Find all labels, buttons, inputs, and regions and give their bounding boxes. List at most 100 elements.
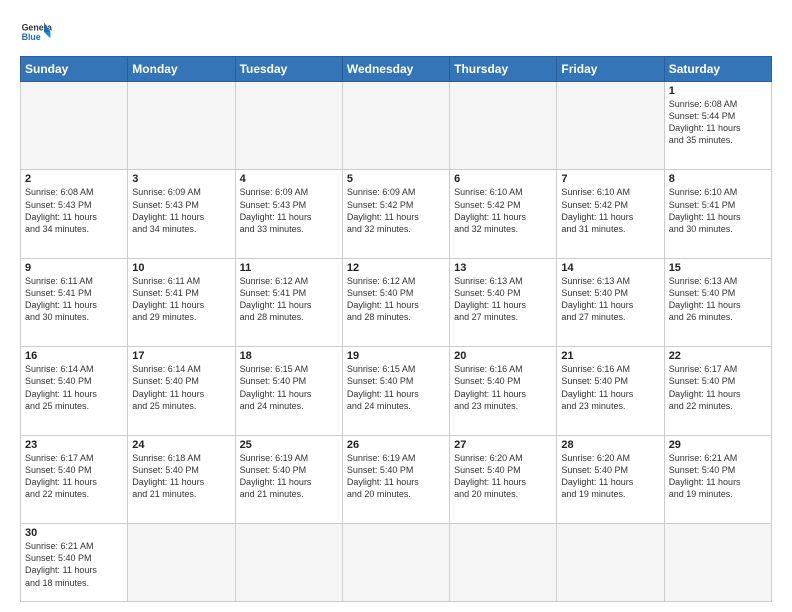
cell-daylight-text: Sunrise: 6:20 AM Sunset: 5:40 PM Dayligh… <box>454 452 552 501</box>
calendar-cell <box>128 82 235 170</box>
day-number: 27 <box>454 439 552 451</box>
calendar-cell: 26Sunrise: 6:19 AM Sunset: 5:40 PM Dayli… <box>342 435 449 523</box>
calendar-cell: 29Sunrise: 6:21 AM Sunset: 5:40 PM Dayli… <box>664 435 771 523</box>
cell-daylight-text: Sunrise: 6:08 AM Sunset: 5:44 PM Dayligh… <box>669 98 767 147</box>
calendar-cell <box>342 524 449 602</box>
cell-daylight-text: Sunrise: 6:16 AM Sunset: 5:40 PM Dayligh… <box>454 363 552 412</box>
day-number: 20 <box>454 350 552 362</box>
calendar-cell <box>450 82 557 170</box>
header: General Blue <box>20 16 772 48</box>
logo: General Blue <box>20 16 52 48</box>
day-number: 7 <box>561 173 659 185</box>
calendar-cell: 7Sunrise: 6:10 AM Sunset: 5:42 PM Daylig… <box>557 170 664 258</box>
day-number: 25 <box>240 439 338 451</box>
day-number: 2 <box>25 173 123 185</box>
cell-daylight-text: Sunrise: 6:09 AM Sunset: 5:43 PM Dayligh… <box>132 186 230 235</box>
day-number: 8 <box>669 173 767 185</box>
day-number: 18 <box>240 350 338 362</box>
calendar-cell: 19Sunrise: 6:15 AM Sunset: 5:40 PM Dayli… <box>342 347 449 435</box>
day-number: 12 <box>347 262 445 274</box>
day-number: 3 <box>132 173 230 185</box>
cell-daylight-text: Sunrise: 6:12 AM Sunset: 5:41 PM Dayligh… <box>240 275 338 324</box>
calendar-cell <box>664 524 771 602</box>
calendar-cell <box>128 524 235 602</box>
day-number: 4 <box>240 173 338 185</box>
calendar-cell: 10Sunrise: 6:11 AM Sunset: 5:41 PM Dayli… <box>128 258 235 346</box>
day-number: 26 <box>347 439 445 451</box>
calendar-cell: 22Sunrise: 6:17 AM Sunset: 5:40 PM Dayli… <box>664 347 771 435</box>
calendar-day-header: Wednesday <box>342 57 449 82</box>
calendar-cell <box>557 82 664 170</box>
cell-daylight-text: Sunrise: 6:08 AM Sunset: 5:43 PM Dayligh… <box>25 186 123 235</box>
calendar-cell: 28Sunrise: 6:20 AM Sunset: 5:40 PM Dayli… <box>557 435 664 523</box>
calendar-cell <box>235 524 342 602</box>
calendar-day-header: Tuesday <box>235 57 342 82</box>
cell-daylight-text: Sunrise: 6:13 AM Sunset: 5:40 PM Dayligh… <box>454 275 552 324</box>
cell-daylight-text: Sunrise: 6:19 AM Sunset: 5:40 PM Dayligh… <box>240 452 338 501</box>
calendar-cell: 23Sunrise: 6:17 AM Sunset: 5:40 PM Dayli… <box>21 435 128 523</box>
day-number: 5 <box>347 173 445 185</box>
calendar-cell <box>450 524 557 602</box>
cell-daylight-text: Sunrise: 6:14 AM Sunset: 5:40 PM Dayligh… <box>132 363 230 412</box>
calendar-cell <box>557 524 664 602</box>
calendar-day-header: Friday <box>557 57 664 82</box>
day-number: 29 <box>669 439 767 451</box>
calendar-cell: 8Sunrise: 6:10 AM Sunset: 5:41 PM Daylig… <box>664 170 771 258</box>
cell-daylight-text: Sunrise: 6:15 AM Sunset: 5:40 PM Dayligh… <box>347 363 445 412</box>
day-number: 11 <box>240 262 338 274</box>
cell-daylight-text: Sunrise: 6:10 AM Sunset: 5:42 PM Dayligh… <box>561 186 659 235</box>
day-number: 1 <box>669 85 767 97</box>
calendar-day-header: Sunday <box>21 57 128 82</box>
day-number: 15 <box>669 262 767 274</box>
calendar-cell: 9Sunrise: 6:11 AM Sunset: 5:41 PM Daylig… <box>21 258 128 346</box>
cell-daylight-text: Sunrise: 6:17 AM Sunset: 5:40 PM Dayligh… <box>25 452 123 501</box>
calendar-header-row: SundayMondayTuesdayWednesdayThursdayFrid… <box>21 57 772 82</box>
day-number: 28 <box>561 439 659 451</box>
cell-daylight-text: Sunrise: 6:20 AM Sunset: 5:40 PM Dayligh… <box>561 452 659 501</box>
calendar-table: SundayMondayTuesdayWednesdayThursdayFrid… <box>20 56 772 602</box>
day-number: 6 <box>454 173 552 185</box>
calendar-cell: 30Sunrise: 6:21 AM Sunset: 5:40 PM Dayli… <box>21 524 128 602</box>
day-number: 22 <box>669 350 767 362</box>
cell-daylight-text: Sunrise: 6:11 AM Sunset: 5:41 PM Dayligh… <box>132 275 230 324</box>
day-number: 24 <box>132 439 230 451</box>
page: General Blue SundayMondayTuesdayWednesda… <box>0 0 792 612</box>
calendar-day-header: Thursday <box>450 57 557 82</box>
calendar-day-header: Saturday <box>664 57 771 82</box>
calendar-cell: 13Sunrise: 6:13 AM Sunset: 5:40 PM Dayli… <box>450 258 557 346</box>
day-number: 17 <box>132 350 230 362</box>
calendar-cell: 11Sunrise: 6:12 AM Sunset: 5:41 PM Dayli… <box>235 258 342 346</box>
calendar-cell: 12Sunrise: 6:12 AM Sunset: 5:40 PM Dayli… <box>342 258 449 346</box>
cell-daylight-text: Sunrise: 6:17 AM Sunset: 5:40 PM Dayligh… <box>669 363 767 412</box>
logo-icon: General Blue <box>20 16 52 48</box>
calendar-cell <box>235 82 342 170</box>
cell-daylight-text: Sunrise: 6:15 AM Sunset: 5:40 PM Dayligh… <box>240 363 338 412</box>
calendar-cell: 16Sunrise: 6:14 AM Sunset: 5:40 PM Dayli… <box>21 347 128 435</box>
calendar-cell: 18Sunrise: 6:15 AM Sunset: 5:40 PM Dayli… <box>235 347 342 435</box>
cell-daylight-text: Sunrise: 6:14 AM Sunset: 5:40 PM Dayligh… <box>25 363 123 412</box>
day-number: 14 <box>561 262 659 274</box>
day-number: 19 <box>347 350 445 362</box>
cell-daylight-text: Sunrise: 6:21 AM Sunset: 5:40 PM Dayligh… <box>25 540 123 589</box>
day-number: 10 <box>132 262 230 274</box>
day-number: 30 <box>25 527 123 539</box>
calendar-cell: 2Sunrise: 6:08 AM Sunset: 5:43 PM Daylig… <box>21 170 128 258</box>
calendar-cell: 4Sunrise: 6:09 AM Sunset: 5:43 PM Daylig… <box>235 170 342 258</box>
calendar-cell: 27Sunrise: 6:20 AM Sunset: 5:40 PM Dayli… <box>450 435 557 523</box>
day-number: 16 <box>25 350 123 362</box>
cell-daylight-text: Sunrise: 6:09 AM Sunset: 5:43 PM Dayligh… <box>240 186 338 235</box>
cell-daylight-text: Sunrise: 6:09 AM Sunset: 5:42 PM Dayligh… <box>347 186 445 235</box>
day-number: 13 <box>454 262 552 274</box>
calendar-cell <box>342 82 449 170</box>
cell-daylight-text: Sunrise: 6:21 AM Sunset: 5:40 PM Dayligh… <box>669 452 767 501</box>
calendar-cell: 21Sunrise: 6:16 AM Sunset: 5:40 PM Dayli… <box>557 347 664 435</box>
calendar-cell: 17Sunrise: 6:14 AM Sunset: 5:40 PM Dayli… <box>128 347 235 435</box>
calendar-day-header: Monday <box>128 57 235 82</box>
cell-daylight-text: Sunrise: 6:18 AM Sunset: 5:40 PM Dayligh… <box>132 452 230 501</box>
calendar-cell: 5Sunrise: 6:09 AM Sunset: 5:42 PM Daylig… <box>342 170 449 258</box>
cell-daylight-text: Sunrise: 6:11 AM Sunset: 5:41 PM Dayligh… <box>25 275 123 324</box>
calendar-cell: 20Sunrise: 6:16 AM Sunset: 5:40 PM Dayli… <box>450 347 557 435</box>
calendar-cell: 15Sunrise: 6:13 AM Sunset: 5:40 PM Dayli… <box>664 258 771 346</box>
svg-text:Blue: Blue <box>22 32 41 42</box>
cell-daylight-text: Sunrise: 6:10 AM Sunset: 5:42 PM Dayligh… <box>454 186 552 235</box>
